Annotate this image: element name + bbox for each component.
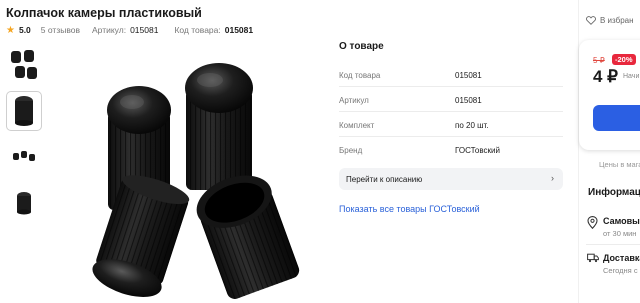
pickup-subtitle: от 30 мин: [603, 229, 637, 238]
about-section-title: О товаре: [339, 41, 384, 52]
product-code-value: 015081: [224, 25, 254, 35]
installment-text: Начи: [623, 73, 640, 80]
discount-badge: -20%: [612, 54, 636, 65]
star-icon: ★: [6, 24, 15, 36]
go-to-description-button[interactable]: Перейти к описанию ›: [339, 168, 563, 190]
spec-key: Артикул: [339, 95, 369, 105]
thumbnail-3[interactable]: [6, 136, 42, 176]
truck-icon: [587, 253, 599, 263]
add-to-cart-button[interactable]: [593, 105, 640, 131]
current-price: 4 ₽: [593, 67, 618, 86]
product-title: Колпачок камеры пластиковый: [6, 6, 202, 20]
pickup-title[interactable]: Самовы: [603, 216, 640, 226]
spec-key: Код товара: [339, 70, 381, 80]
spec-divider: [339, 86, 563, 87]
location-pin-icon: [587, 216, 598, 229]
heart-icon: [586, 16, 596, 25]
spec-divider: [339, 136, 563, 137]
spec-row-brand: Бренд ГОСТовский: [339, 144, 563, 156]
reviews-link[interactable]: 5 отзывов: [41, 25, 80, 35]
add-to-favorites-label: В избран: [600, 16, 634, 25]
delivery-divider: [586, 244, 640, 245]
article-value: 015081: [130, 25, 159, 35]
spec-value: 015081: [455, 70, 482, 80]
delivery-title[interactable]: Доставка: [603, 253, 640, 263]
info-section-title: Информац: [588, 187, 640, 198]
brand-products-link[interactable]: Показать все товары ГОСТовский: [339, 204, 480, 214]
spec-key: Комплект: [339, 120, 375, 130]
spec-value: 015081: [455, 95, 482, 105]
spec-row-set: Комплект по 20 шт.: [339, 119, 563, 131]
thumbnail-2[interactable]: [6, 91, 42, 131]
spec-row-article: Артикул 015081: [339, 94, 563, 106]
product-code-label: Код товара:: [174, 25, 221, 35]
chevron-right-icon: ›: [551, 173, 554, 183]
spec-value: ГОСТовский: [455, 145, 500, 155]
article-label: Артикул:: [92, 25, 127, 35]
go-to-description-label: Перейти к описанию: [346, 174, 423, 184]
old-price: 5 ₽: [593, 56, 605, 65]
spec-value: по 20 шт.: [455, 120, 489, 130]
product-main-image: [92, 63, 300, 299]
price-note: Цены в мага: [599, 160, 640, 169]
product-meta: ★ 5.0 5 отзывов Артикул: 015081 Код това…: [6, 24, 269, 36]
thumbnail-1[interactable]: [6, 46, 42, 86]
spec-key: Бренд: [339, 145, 363, 155]
price-card: 5 ₽ -20% 4 ₽ Начи: [579, 40, 640, 150]
spec-row-code: Код товара 015081: [339, 69, 563, 81]
delivery-subtitle: Сегодня с: [603, 266, 638, 275]
spec-divider: [339, 111, 563, 112]
add-to-favorites[interactable]: В избран: [586, 16, 634, 25]
rating-value: 5.0: [18, 25, 31, 35]
thumbnail-4[interactable]: [6, 183, 42, 223]
